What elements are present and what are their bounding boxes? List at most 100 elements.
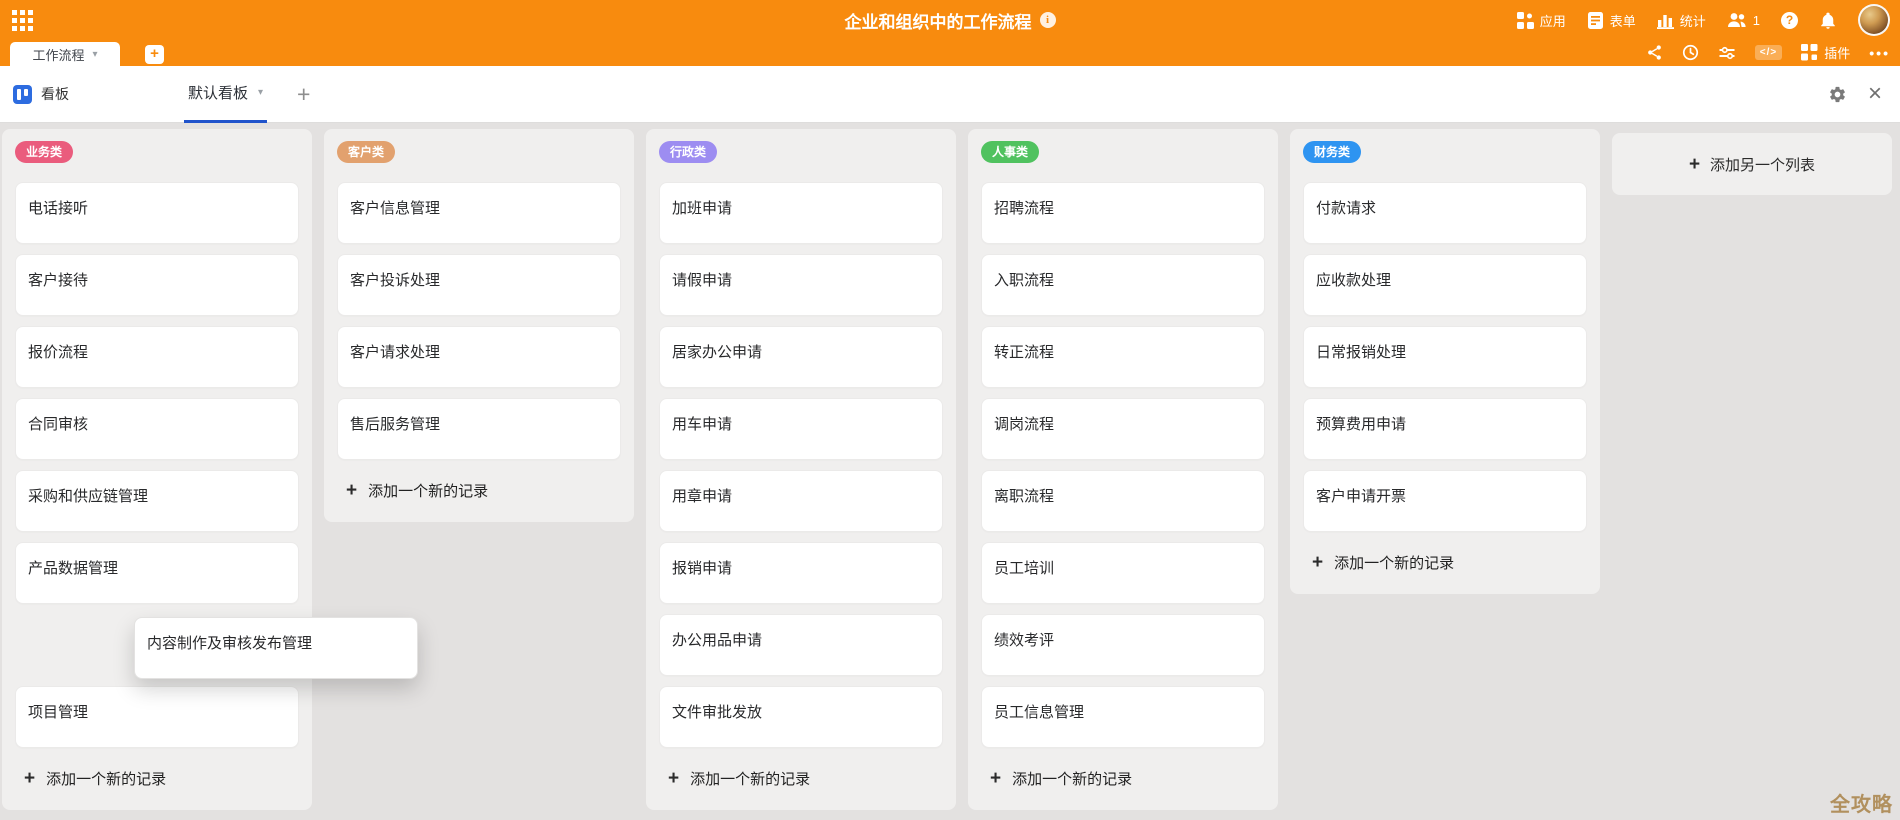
view-tab-default[interactable]: 默认看板 ▾	[184, 66, 267, 123]
plugins-button[interactable]: 插件	[1801, 43, 1850, 62]
plus-icon: +	[668, 769, 679, 788]
kanban-card[interactable]: 客户请求处理	[337, 326, 621, 388]
kanban-card[interactable]: 电话接听	[15, 182, 299, 244]
kanban-card[interactable]: 用章申请	[659, 470, 943, 532]
kanban-card[interactable]: 招聘流程	[981, 182, 1265, 244]
board-column: 人事类招聘流程入职流程转正流程调岗流程离职流程员工培训绩效考评员工信息管理+添加…	[968, 129, 1278, 810]
table-tab-label: 工作流程	[32, 45, 84, 64]
kanban-card[interactable]: 用车申请	[659, 398, 943, 460]
view-type-label: 看板	[41, 84, 69, 104]
add-record-button[interactable]: + 添加一个新的记录	[659, 758, 943, 798]
kanban-card[interactable]: 文件审批发放	[659, 686, 943, 748]
add-record-label: 添加一个新的记录	[1012, 768, 1132, 789]
kanban-card[interactable]: 入职流程	[981, 254, 1265, 316]
add-record-label: 添加一个新的记录	[1334, 552, 1454, 573]
add-list-button[interactable]: + 添加另一个列表	[1612, 133, 1892, 195]
kanban-card[interactable]: 客户信息管理	[337, 182, 621, 244]
nav-forms[interactable]: 表单	[1587, 11, 1636, 30]
nav-apps[interactable]: 应用	[1517, 11, 1566, 30]
plus-icon: +	[1312, 553, 1323, 572]
history-clock-icon[interactable]	[1682, 44, 1699, 61]
kanban-card[interactable]: 办公用品申请	[659, 614, 943, 676]
kanban-card[interactable]: 客户投诉处理	[337, 254, 621, 316]
share-icon[interactable]	[1646, 44, 1663, 61]
info-icon[interactable]: i	[1040, 12, 1056, 28]
add-view-button[interactable]: +	[297, 83, 310, 106]
kanban-card[interactable]: 报销申请	[659, 542, 943, 604]
nav-stats[interactable]: 统计	[1657, 11, 1706, 30]
kanban-card[interactable]: 客户接待	[15, 254, 299, 316]
add-record-label: 添加一个新的记录	[46, 768, 166, 789]
header-nav: 应用 表单 统计	[1517, 4, 1890, 36]
apps-grid-icon[interactable]	[12, 10, 33, 31]
page-title: 企业和组织中的工作流程	[845, 8, 1032, 33]
kanban-card[interactable]: 加班申请	[659, 182, 943, 244]
table-toolbar-icons: </> 插件 •••	[1646, 43, 1890, 66]
kanban-card[interactable]: 项目管理	[15, 686, 299, 748]
kanban-card[interactable]: 采购和供应链管理	[15, 470, 299, 532]
table-tab-row: 工作流程 ▾ + </>	[0, 40, 1900, 66]
plus-icon: +	[990, 769, 1001, 788]
form-icon	[1587, 12, 1604, 29]
kanban-card[interactable]: 请假申请	[659, 254, 943, 316]
kanban-card[interactable]: 付款请求	[1303, 182, 1587, 244]
kanban-card[interactable]: 日常报销处理	[1303, 326, 1587, 388]
add-record-button[interactable]: + 添加一个新的记录	[981, 758, 1265, 798]
bell-icon[interactable]	[1819, 11, 1837, 30]
nav-forms-label: 表单	[1610, 11, 1636, 30]
add-record-button[interactable]: + 添加一个新的记录	[1303, 542, 1587, 582]
add-list-label: 添加另一个列表	[1710, 154, 1815, 175]
kanban-card[interactable]: 居家办公申请	[659, 326, 943, 388]
board-column: 客户类客户信息管理客户投诉处理客户请求处理售后服务管理+添加一个新的记录	[324, 129, 634, 522]
kanban-card[interactable]: 调岗流程	[981, 398, 1265, 460]
view-type: 看板	[13, 84, 69, 104]
header-title-row: 企业和组织中的工作流程 i 应用 表单	[0, 0, 1900, 40]
watermark: 全攻略	[1830, 788, 1893, 817]
board-column: 财务类付款请求应收款处理日常报销处理预算费用申请客户申请开票 + 添加一个新的记录	[1290, 129, 1600, 594]
column-badge: 财务类	[1303, 141, 1361, 163]
toolbar-right: ×	[1828, 82, 1882, 106]
add-record-button[interactable]: +添加一个新的记录	[15, 758, 299, 798]
kanban-card[interactable]: 员工信息管理	[981, 686, 1265, 748]
users-icon	[1727, 12, 1747, 28]
add-record-button[interactable]: + 添加一个新的记录	[337, 470, 621, 510]
user-avatar[interactable]	[1858, 4, 1890, 36]
kanban-view-icon	[13, 85, 32, 104]
dragging-card[interactable]: 内容制作及审核发布管理	[134, 617, 418, 679]
help-icon[interactable]: ?	[1781, 12, 1798, 29]
sliders-icon[interactable]	[1718, 45, 1736, 61]
add-record-label: 添加一个新的记录	[690, 768, 810, 789]
kanban-card[interactable]: 离职流程	[981, 470, 1265, 532]
kanban-card[interactable]: 应收款处理	[1303, 254, 1587, 316]
kanban-card[interactable]: 客户申请开票	[1303, 470, 1587, 532]
kanban-card[interactable]: 预算费用申请	[1303, 398, 1587, 460]
plus-icon: +	[1689, 155, 1700, 174]
kanban-card[interactable]: 转正流程	[981, 326, 1265, 388]
collaborator-count: 1	[1753, 13, 1760, 28]
plus-icon: +	[346, 481, 357, 500]
plugins-label: 插件	[1824, 43, 1850, 62]
board-column: 行政类加班申请请假申请居家办公申请用车申请用章申请报销申请办公用品申请文件审批发…	[646, 129, 956, 810]
close-icon[interactable]: ×	[1868, 82, 1882, 106]
table-tab-active[interactable]: 工作流程 ▾	[10, 42, 120, 66]
kanban-card[interactable]: 绩效考评	[981, 614, 1265, 676]
kanban-board: 业务类电话接听客户接待报价流程合同审核采购和供应链管理产品数据管理项目管理+添加…	[0, 123, 1900, 820]
nav-apps-label: 应用	[1540, 11, 1566, 30]
collaborators[interactable]: 1	[1727, 12, 1760, 28]
code-button[interactable]: </>	[1755, 45, 1782, 60]
kanban-card[interactable]: 员工培训	[981, 542, 1265, 604]
apps-icon	[1517, 12, 1534, 29]
add-table-button[interactable]: +	[145, 45, 164, 64]
settings-gear-icon[interactable]	[1828, 85, 1847, 104]
kanban-card[interactable]: 报价流程	[15, 326, 299, 388]
app-header: 企业和组织中的工作流程 i 应用 表单	[0, 0, 1900, 66]
add-record-label: 添加一个新的记录	[368, 480, 488, 501]
view-tab-label: 默认看板	[188, 82, 248, 103]
chevron-down-icon: ▾	[92, 49, 97, 60]
kanban-card[interactable]: 售后服务管理	[337, 398, 621, 460]
view-toolbar: 看板 默认看板 ▾ + ×	[0, 66, 1900, 123]
chevron-down-icon[interactable]: ▾	[258, 87, 263, 98]
more-options-icon[interactable]: •••	[1869, 45, 1890, 61]
kanban-card[interactable]: 合同审核	[15, 398, 299, 460]
kanban-card[interactable]: 产品数据管理	[15, 542, 299, 604]
